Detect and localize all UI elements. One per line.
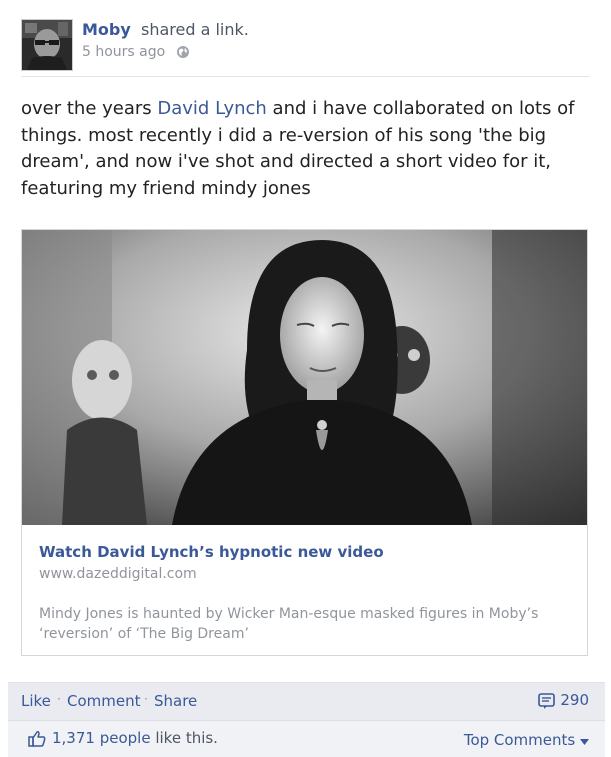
share-button[interactable]: Share: [154, 692, 197, 710]
thumbs-up-icon: [28, 729, 52, 747]
likes-bar: 1,371 people like this. Top Comments: [8, 720, 605, 757]
action-separator: ·: [144, 692, 148, 706]
action-separator: ·: [57, 692, 61, 706]
link-thumbnail-image[interactable]: [22, 230, 587, 525]
link-attachment[interactable]: Watch David Lynch’s hypnotic new video w…: [21, 229, 588, 656]
like-button[interactable]: Like: [21, 692, 51, 710]
facebook-post: Moby shared a link. 5 hours ago over the…: [0, 0, 611, 757]
link-description: Mindy Jones is haunted by Wicker Man-esq…: [39, 606, 539, 642]
post-timestamp[interactable]: 5 hours ago: [82, 44, 165, 60]
globe-icon[interactable]: [176, 45, 190, 63]
header-divider: [21, 76, 590, 77]
likes-count[interactable]: 1,371 people: [52, 729, 151, 747]
mention-link[interactable]: David Lynch: [157, 98, 266, 119]
caret-down-icon: [580, 731, 589, 749]
post-meta: 5 hours ago: [82, 44, 190, 63]
comment-button[interactable]: Comment: [67, 692, 141, 710]
post-header: Moby shared a link.: [82, 20, 249, 39]
author-avatar[interactable]: [21, 19, 73, 71]
share-icon: [538, 691, 560, 709]
link-domain: www.dazeddigital.com: [39, 566, 197, 582]
post-action: shared a link.: [140, 20, 249, 39]
post-message: over the years David Lynch and i have co…: [21, 98, 575, 199]
likes-summary: 1,371 people like this.: [28, 729, 218, 747]
share-count[interactable]: 290: [538, 691, 589, 709]
top-comments-dropdown[interactable]: Top Comments: [464, 731, 589, 749]
link-title[interactable]: Watch David Lynch’s hypnotic new video: [39, 543, 384, 561]
author-name[interactable]: Moby: [82, 20, 131, 39]
action-bar: Like · Comment · Share 290: [8, 682, 605, 720]
